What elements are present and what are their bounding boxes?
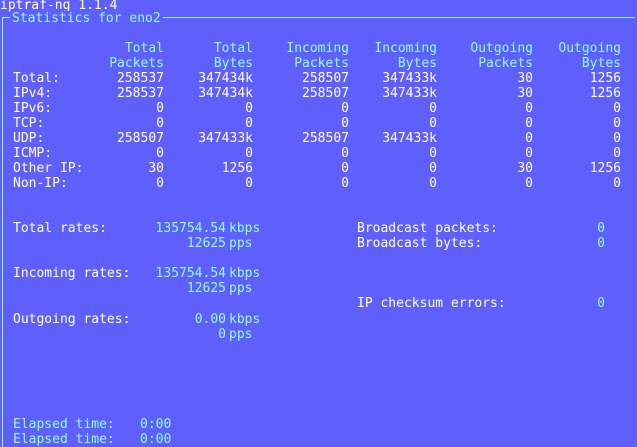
- header-total-packets-1: Total: [124, 41, 164, 56]
- ipv4-total-packets: 258537: [117, 86, 164, 101]
- tcp-incoming-packets: 0: [341, 116, 349, 131]
- tcp-outgoing-bytes: 0: [613, 116, 621, 131]
- elapsed-time-label-2: Elapsed time:: [13, 432, 115, 447]
- header-outgoing-packets-1: Outgoing: [470, 41, 533, 56]
- non-ip-incoming-packets: 0: [341, 176, 349, 191]
- incoming-rates-pps-unit: pps: [229, 281, 253, 296]
- udp-incoming-bytes: 347433k: [382, 131, 437, 146]
- non-ip-total-bytes: 0: [245, 176, 253, 191]
- non-ip-incoming-bytes: 0: [429, 176, 437, 191]
- header-incoming-packets-1: Incoming: [286, 41, 349, 56]
- terminal-screen: iptraf-ng 1.1.4 Statistics for eno2 Tota…: [0, 0, 637, 447]
- total-rates-pps: 12625: [186, 236, 226, 251]
- other-ip-outgoing-packets: 30: [517, 161, 533, 176]
- total-rates-label: Total rates:: [13, 221, 107, 236]
- total-total-packets: 258537: [117, 71, 164, 86]
- row-label-icmp: ICMP:: [13, 146, 53, 161]
- icmp-incoming-packets: 0: [341, 146, 349, 161]
- row-label-ipv6: IPv6:: [13, 101, 53, 116]
- incoming-rates-kbps-unit: kbps: [229, 266, 261, 281]
- total-total-bytes: 347434k: [198, 71, 253, 86]
- total-outgoing-packets: 30: [517, 71, 533, 86]
- total-incoming-packets: 258507: [302, 71, 349, 86]
- outgoing-rates-kbps: 0.00: [194, 312, 226, 327]
- outgoing-rates-pps: 0: [218, 327, 226, 342]
- ipv6-total-bytes: 0: [245, 101, 253, 116]
- total-incoming-bytes: 347433k: [382, 71, 437, 86]
- header-total-bytes-2: Bytes: [213, 56, 253, 71]
- outgoing-rates-kbps-unit: kbps: [229, 312, 261, 327]
- row-label-other-ip: Other IP:: [13, 161, 84, 176]
- udp-total-packets: 258507: [117, 131, 164, 146]
- ipv4-incoming-bytes: 347433k: [382, 86, 437, 101]
- other-ip-outgoing-bytes: 1256: [589, 161, 621, 176]
- total-rates-pps-unit: pps: [229, 236, 253, 251]
- broadcast-bytes-label: Broadcast bytes:: [357, 236, 483, 251]
- non-ip-total-packets: 0: [156, 176, 164, 191]
- non-ip-outgoing-bytes: 0: [613, 176, 621, 191]
- icmp-outgoing-packets: 0: [525, 146, 533, 161]
- tcp-incoming-bytes: 0: [429, 116, 437, 131]
- ipv6-incoming-packets: 0: [341, 101, 349, 116]
- non-ip-outgoing-packets: 0: [525, 176, 533, 191]
- broadcast-bytes-value: 0: [597, 236, 605, 251]
- header-total-bytes-1: Total: [213, 41, 253, 56]
- row-label-ipv4: IPv4:: [13, 86, 53, 101]
- header-outgoing-bytes-2: Bytes: [581, 56, 621, 71]
- incoming-rates-pps: 12625: [186, 281, 226, 296]
- ipv4-outgoing-bytes: 1256: [589, 86, 621, 101]
- incoming-rates-kbps: 135754.54: [155, 266, 226, 281]
- ipv4-total-bytes: 347434k: [198, 86, 253, 101]
- udp-total-bytes: 347433k: [198, 131, 253, 146]
- ipv6-outgoing-packets: 0: [525, 101, 533, 116]
- other-ip-total-bytes: 1256: [221, 161, 253, 176]
- header-incoming-bytes-1: Incoming: [374, 41, 437, 56]
- ipv6-incoming-bytes: 0: [429, 101, 437, 116]
- total-rates-kbps-unit: kbps: [229, 221, 261, 236]
- ipv4-outgoing-packets: 30: [517, 86, 533, 101]
- icmp-incoming-bytes: 0: [429, 146, 437, 161]
- header-total-packets-2: Packets: [109, 56, 164, 71]
- ipv6-total-packets: 0: [156, 101, 164, 116]
- udp-outgoing-bytes: 0: [613, 131, 621, 146]
- row-label-udp: UDP:: [13, 131, 45, 146]
- header-outgoing-packets-2: Packets: [478, 56, 533, 71]
- tcp-outgoing-packets: 0: [525, 116, 533, 131]
- ip-checksum-errors-label: IP checksum errors:: [357, 296, 506, 311]
- row-label-tcp: TCP:: [13, 116, 45, 131]
- broadcast-packets-label: Broadcast packets:: [357, 221, 498, 236]
- row-label-non-ip: Non-IP:: [13, 176, 68, 191]
- header-incoming-bytes-2: Bytes: [397, 56, 437, 71]
- other-ip-total-packets: 30: [148, 161, 164, 176]
- outgoing-rates-label: Outgoing rates:: [13, 312, 131, 327]
- header-incoming-packets-2: Packets: [294, 56, 349, 71]
- ipv4-incoming-packets: 258507: [302, 86, 349, 101]
- row-label-total: Total:: [13, 71, 60, 86]
- ip-checksum-errors-value: 0: [597, 296, 605, 311]
- icmp-total-packets: 0: [156, 146, 164, 161]
- udp-outgoing-packets: 0: [525, 131, 533, 146]
- tcp-total-bytes: 0: [245, 116, 253, 131]
- incoming-rates-label: Incoming rates:: [13, 266, 131, 281]
- udp-incoming-packets: 258507: [302, 131, 349, 146]
- other-ip-incoming-packets: 0: [341, 161, 349, 176]
- tcp-total-packets: 0: [156, 116, 164, 131]
- panel-title: Statistics for eno2: [10, 11, 163, 26]
- outgoing-rates-pps-unit: pps: [229, 327, 253, 342]
- other-ip-incoming-bytes: 0: [429, 161, 437, 176]
- icmp-outgoing-bytes: 0: [613, 146, 621, 161]
- elapsed-time-value-1: 0:00: [140, 417, 172, 432]
- total-outgoing-bytes: 1256: [589, 71, 621, 86]
- elapsed-time-value-2: 0:00: [140, 432, 172, 447]
- icmp-total-bytes: 0: [245, 146, 253, 161]
- broadcast-packets-value: 0: [597, 221, 605, 236]
- header-outgoing-bytes-1: Outgoing: [558, 41, 621, 56]
- total-rates-kbps: 135754.54: [155, 221, 226, 236]
- elapsed-time-label-1: Elapsed time:: [13, 417, 115, 432]
- ipv6-outgoing-bytes: 0: [613, 101, 621, 116]
